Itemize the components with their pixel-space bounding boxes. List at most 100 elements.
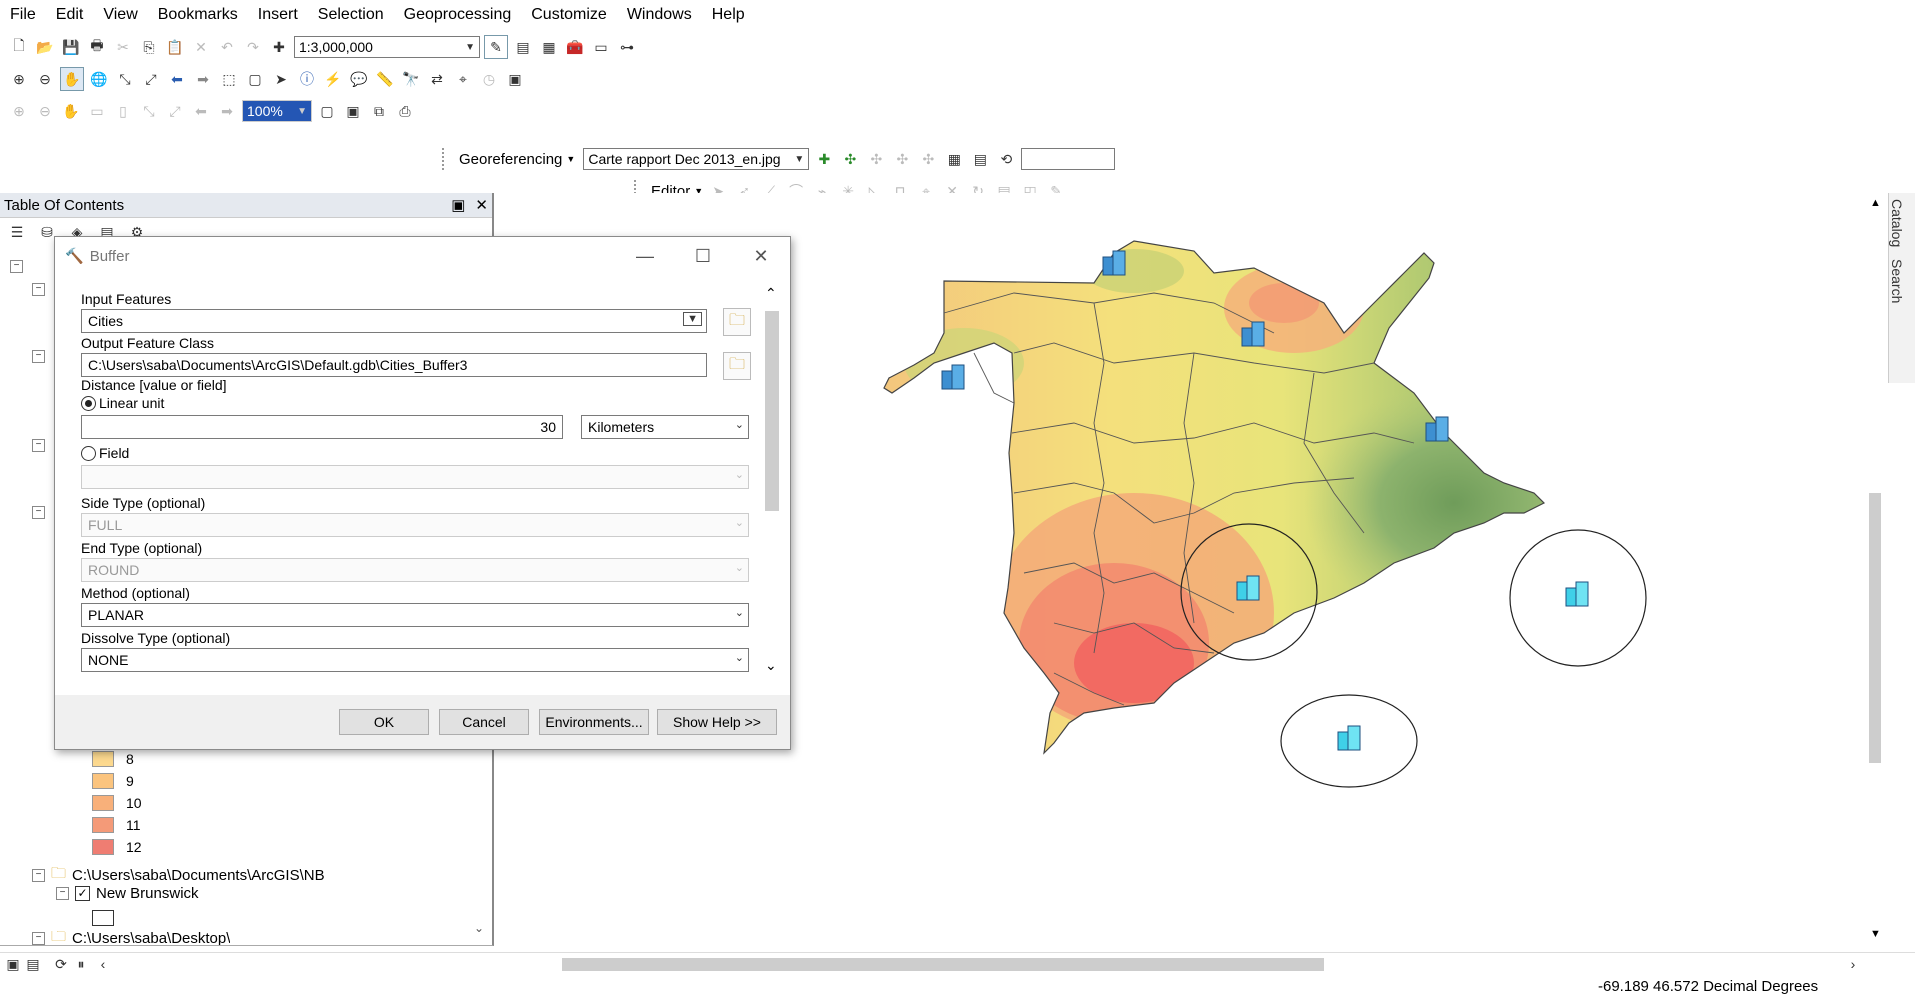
- linear-unit-radio[interactable]: Linear unit: [81, 395, 164, 411]
- auto-registration-icon[interactable]: ✣: [839, 148, 861, 170]
- zoom-out-icon[interactable]: ⊖: [34, 68, 56, 90]
- layout-back-icon[interactable]: ⬅: [190, 100, 212, 122]
- menu-insert[interactable]: Insert: [248, 0, 308, 30]
- go-to-xy-icon[interactable]: ⌖: [452, 68, 474, 90]
- autohide-icon[interactable]: ▣: [451, 196, 465, 214]
- scroll-thumb[interactable]: [765, 311, 779, 511]
- focus-data-frame-icon[interactable]: ▣: [342, 100, 364, 122]
- layout-zoom-in-icon[interactable]: ⊕: [8, 100, 30, 122]
- python-icon[interactable]: ▭: [590, 36, 612, 58]
- maximize-icon[interactable]: ☐: [674, 246, 732, 267]
- delete-icon[interactable]: ✕: [190, 36, 212, 58]
- collapse-icon[interactable]: −: [32, 869, 45, 882]
- input-features-select[interactable]: Cities ▼: [81, 309, 707, 333]
- scroll-right-icon[interactable]: ›: [1842, 953, 1864, 975]
- html-popup-icon[interactable]: 💬: [348, 68, 370, 90]
- dissolve-type-select[interactable]: NONE ⌄: [81, 648, 749, 672]
- distance-unit-select[interactable]: Kilometers ⌄: [581, 415, 749, 439]
- measure-icon[interactable]: 📏: [374, 68, 396, 90]
- forward-icon[interactable]: ➡: [192, 68, 214, 90]
- georeferencing-menu[interactable]: Georeferencing: [459, 151, 562, 168]
- toolbar-grip[interactable]: [442, 148, 451, 170]
- toggle-draft-icon[interactable]: ▢: [316, 100, 338, 122]
- dialog-titlebar[interactable]: 🔨 Buffer — ☐ ✕: [55, 237, 790, 276]
- refresh-icon[interactable]: ⟳: [50, 953, 72, 975]
- menu-selection[interactable]: Selection: [308, 0, 394, 30]
- pan-icon[interactable]: ✋: [60, 67, 84, 91]
- menu-bookmarks[interactable]: Bookmarks: [148, 0, 248, 30]
- zoom-to-link-icon[interactable]: ✣: [891, 148, 913, 170]
- zoom-100-icon[interactable]: ▯: [112, 100, 134, 122]
- menu-customize[interactable]: Customize: [521, 0, 617, 30]
- scroll-down-icon[interactable]: ▼: [1870, 928, 1881, 940]
- zoom-percent-combo[interactable]: 100% ▼: [242, 100, 312, 122]
- environments-button[interactable]: Environments...: [539, 709, 649, 735]
- collapse-icon[interactable]: −: [32, 506, 45, 519]
- collapse-icon[interactable]: −: [32, 350, 45, 363]
- save-icon[interactable]: 💾: [60, 36, 82, 58]
- collapse-icon[interactable]: −: [32, 439, 45, 452]
- cut-icon[interactable]: ✂: [112, 36, 134, 58]
- select-elements-icon[interactable]: ➤: [270, 68, 292, 90]
- toolbox-icon[interactable]: 🧰: [564, 36, 586, 58]
- toc-layer-new-brunswick[interactable]: − ✓ New Brunswick: [56, 885, 199, 902]
- layer-visibility-checkbox[interactable]: ✓: [75, 886, 90, 901]
- copy-icon[interactable]: ⎘: [138, 36, 160, 58]
- scroll-down-icon[interactable]: ⌄: [765, 657, 777, 674]
- horizontal-scroll-thumb[interactable]: [562, 958, 1324, 971]
- output-feature-class-input[interactable]: C:\Users\saba\Documents\ArcGIS\Default.g…: [81, 353, 707, 377]
- scroll-down-icon[interactable]: ⌄: [474, 921, 484, 935]
- back-icon[interactable]: ⬅: [166, 68, 188, 90]
- identify-icon[interactable]: ⓘ: [296, 68, 318, 90]
- rotate-angle-input[interactable]: [1021, 148, 1116, 170]
- paste-icon[interactable]: 📋: [164, 36, 186, 58]
- collapse-icon[interactable]: −: [32, 283, 45, 296]
- redo-icon[interactable]: ↷: [242, 36, 264, 58]
- ok-button[interactable]: OK: [339, 709, 429, 735]
- cancel-button[interactable]: Cancel: [439, 709, 529, 735]
- menu-file[interactable]: File: [0, 0, 46, 30]
- layout-forward-icon[interactable]: ➡: [216, 100, 238, 122]
- menu-geoprocessing[interactable]: Geoprocessing: [394, 0, 522, 30]
- method-select[interactable]: PLANAR ⌄: [81, 603, 749, 627]
- time-slider-icon[interactable]: ◷: [478, 68, 500, 90]
- model-icon[interactable]: ⊶: [616, 36, 638, 58]
- menu-edit[interactable]: Edit: [46, 0, 94, 30]
- zoom-whole-page-icon[interactable]: ▭: [86, 100, 108, 122]
- select-features-icon[interactable]: ⬚: [218, 68, 240, 90]
- fixed-zoom-in-icon[interactable]: ⤡: [114, 68, 136, 90]
- open-icon[interactable]: 📂: [34, 36, 56, 58]
- scroll-thumb[interactable]: [1869, 493, 1881, 763]
- find-route-icon[interactable]: ⇄: [426, 68, 448, 90]
- clear-selection-icon[interactable]: ▢: [244, 68, 266, 90]
- hyperlink-icon[interactable]: ⚡: [322, 68, 344, 90]
- pause-drawing-icon[interactable]: ⏸: [70, 953, 92, 975]
- browse-input-button[interactable]: 🗀: [723, 308, 751, 336]
- show-help-button[interactable]: Show Help >>: [657, 709, 777, 735]
- map-vertical-scrollbar[interactable]: ▲ ▼: [1865, 193, 1885, 946]
- tab-search[interactable]: Search: [1889, 253, 1905, 309]
- side-type-select[interactable]: FULL ⌄: [81, 513, 749, 537]
- catalog-icon[interactable]: ▦: [538, 36, 560, 58]
- add-control-points-icon[interactable]: ✚: [813, 148, 835, 170]
- zoom-in-icon[interactable]: ⊕: [8, 68, 30, 90]
- layout-zoom-out-icon[interactable]: ⊖: [34, 100, 56, 122]
- minimize-icon[interactable]: —: [616, 246, 674, 267]
- delete-link-icon[interactable]: ✣: [917, 148, 939, 170]
- toc-folder-desktop[interactable]: − 🗀 C:\Users\saba\Desktop\: [32, 931, 230, 945]
- georef-layer-combo[interactable]: Carte rapport Dec 2013_en.jpg ▼: [583, 148, 810, 170]
- viewer-icon[interactable]: ▣: [504, 68, 526, 90]
- scale-combo[interactable]: 1:3,000,000 ▼: [294, 36, 480, 58]
- layout-view-icon[interactable]: ▤: [22, 953, 44, 975]
- collapse-icon[interactable]: −: [10, 260, 23, 273]
- close-icon[interactable]: ✕: [732, 246, 790, 267]
- tab-catalog[interactable]: Catalog: [1889, 193, 1905, 253]
- scroll-up-icon[interactable]: ▲: [1870, 197, 1881, 209]
- editor-toolbar-icon[interactable]: ✎: [484, 35, 508, 59]
- data-view-icon[interactable]: ▣: [2, 953, 24, 975]
- add-data-icon[interactable]: ✚: [268, 36, 290, 58]
- link-table-icon[interactable]: ▤: [969, 148, 991, 170]
- distance-value-input[interactable]: 30: [81, 415, 563, 439]
- scroll-up-icon[interactable]: ⌃: [765, 285, 777, 302]
- menu-view[interactable]: View: [93, 0, 147, 30]
